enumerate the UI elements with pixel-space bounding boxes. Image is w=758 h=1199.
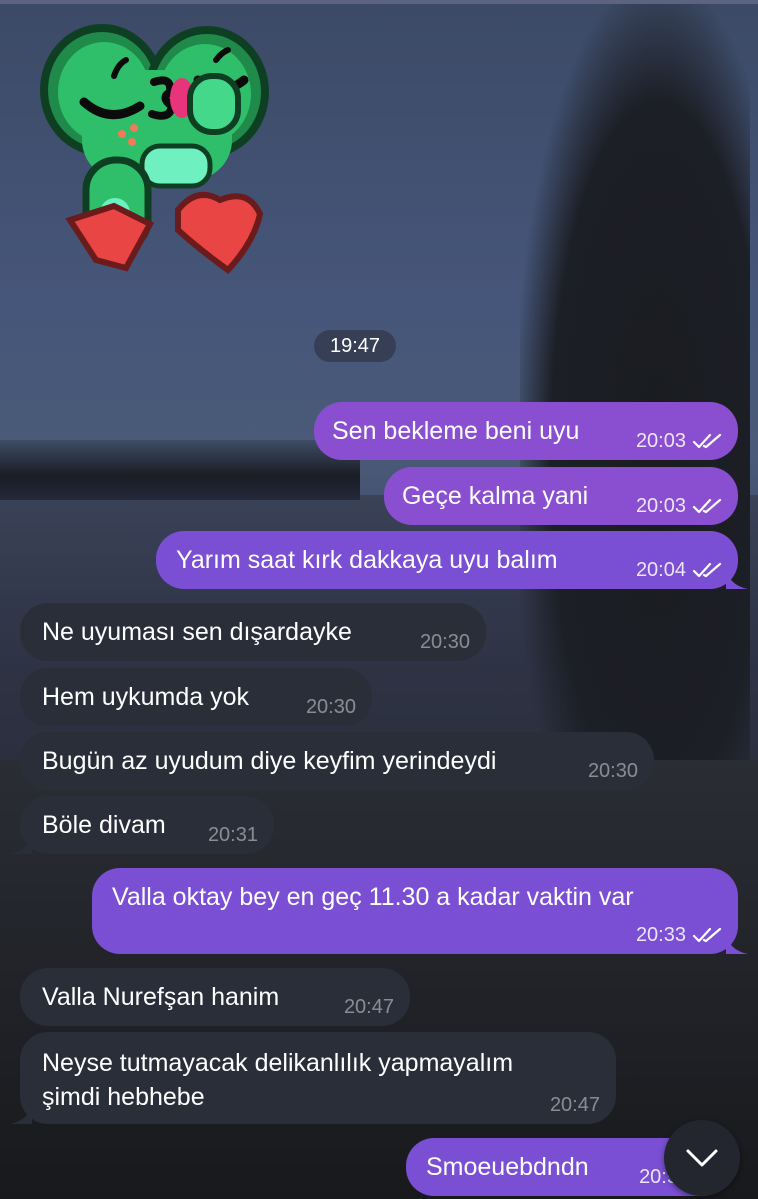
message-time: 20:30 [419, 631, 470, 653]
message-time: 20:31 [207, 824, 258, 846]
incoming-message[interactable]: Neyse tutmayacak delikanlılık yapmayalım… [10, 1032, 616, 1124]
message-meta: 20:30 [420, 631, 470, 653]
scroll-down-button[interactable] [664, 1120, 740, 1196]
message-text: Valla Nurefşan hanim [42, 983, 280, 1011]
message-time: 20:47 [549, 1094, 600, 1116]
bubble-tail [10, 1102, 32, 1124]
incoming-message[interactable]: Valla Nurefşan hanim 20:47 [20, 968, 410, 1026]
outgoing-message[interactable]: Smoeuebdndn 20:5 [406, 1138, 706, 1196]
message-text: Yarım saat kırk dakkaya uyu balım [176, 546, 558, 574]
double-check-icon [692, 498, 722, 514]
message-time: 20:47 [343, 996, 394, 1018]
message-text: Sen bekleme beni uyu [332, 417, 580, 445]
outgoing-message[interactable]: Valla oktay bey en geç 11.30 a kadar vak… [92, 868, 748, 954]
message-text: Bugün az uyudum diye keyfim yerindeydi [42, 747, 497, 775]
message-time: 20:33 [635, 924, 686, 946]
bubble-tail [726, 567, 748, 589]
message-time: 20:03 [635, 430, 686, 452]
double-check-icon [692, 562, 722, 578]
top-edge [0, 0, 758, 4]
message-time: 20:04 [635, 559, 686, 581]
message-text: Smoeuebdndn [426, 1153, 589, 1181]
outgoing-message[interactable]: Sen bekleme beni uyu 20:03 [314, 402, 738, 460]
message-meta: 20:30 [306, 696, 356, 718]
bubble-tail [726, 932, 748, 954]
message-time: 20:30 [587, 760, 638, 782]
message-meta: 20:31 [208, 824, 258, 846]
message-text: Geçe kalma yani [402, 482, 589, 510]
message-text: Valla oktay bey en geç 11.30 a kadar vak… [112, 883, 634, 911]
incoming-message[interactable]: Hem uykumda yok 20:30 [20, 668, 372, 726]
bubble-tail [10, 832, 32, 854]
date-separator: 19:47 [314, 330, 396, 362]
message-meta: 20:47 [550, 1094, 600, 1116]
message-meta: 20:47 [344, 996, 394, 1018]
message-time: 20:30 [305, 696, 356, 718]
message-text: Hem uykumda yok [42, 683, 250, 711]
message-meta: 20:33 [636, 924, 722, 946]
wallpaper-tree [520, 0, 750, 760]
kissing-heart-sticker[interactable] [22, 10, 272, 280]
message-meta: 20:04 [636, 559, 722, 581]
message-text-line-2: şimdi hebhebe [42, 1083, 205, 1111]
message-text: Böle divam [42, 811, 166, 839]
incoming-message[interactable]: Böle divam 20:31 [10, 796, 274, 854]
message-text: Ne uyuması sen dışardayke [42, 618, 352, 646]
message-meta: 20:30 [588, 760, 638, 782]
double-check-icon [692, 433, 722, 449]
outgoing-message[interactable]: Geçe kalma yani 20:03 [384, 467, 738, 525]
message-meta: 20:03 [636, 495, 722, 517]
outgoing-message[interactable]: Yarım saat kırk dakkaya uyu balım 20:04 [156, 531, 748, 589]
incoming-message[interactable]: Bugün az uyudum diye keyfim yerindeydi 2… [20, 732, 654, 790]
chevron-down-icon [686, 1149, 718, 1167]
message-text-line-1: Neyse tutmayacak delikanlılık yapmayalım [42, 1049, 514, 1077]
message-time: 20:03 [635, 495, 686, 517]
double-check-icon [692, 927, 722, 943]
incoming-message[interactable]: Ne uyuması sen dışardayke 20:30 [20, 603, 486, 661]
wallpaper-treeline [0, 440, 360, 500]
message-meta: 20:03 [636, 430, 722, 452]
